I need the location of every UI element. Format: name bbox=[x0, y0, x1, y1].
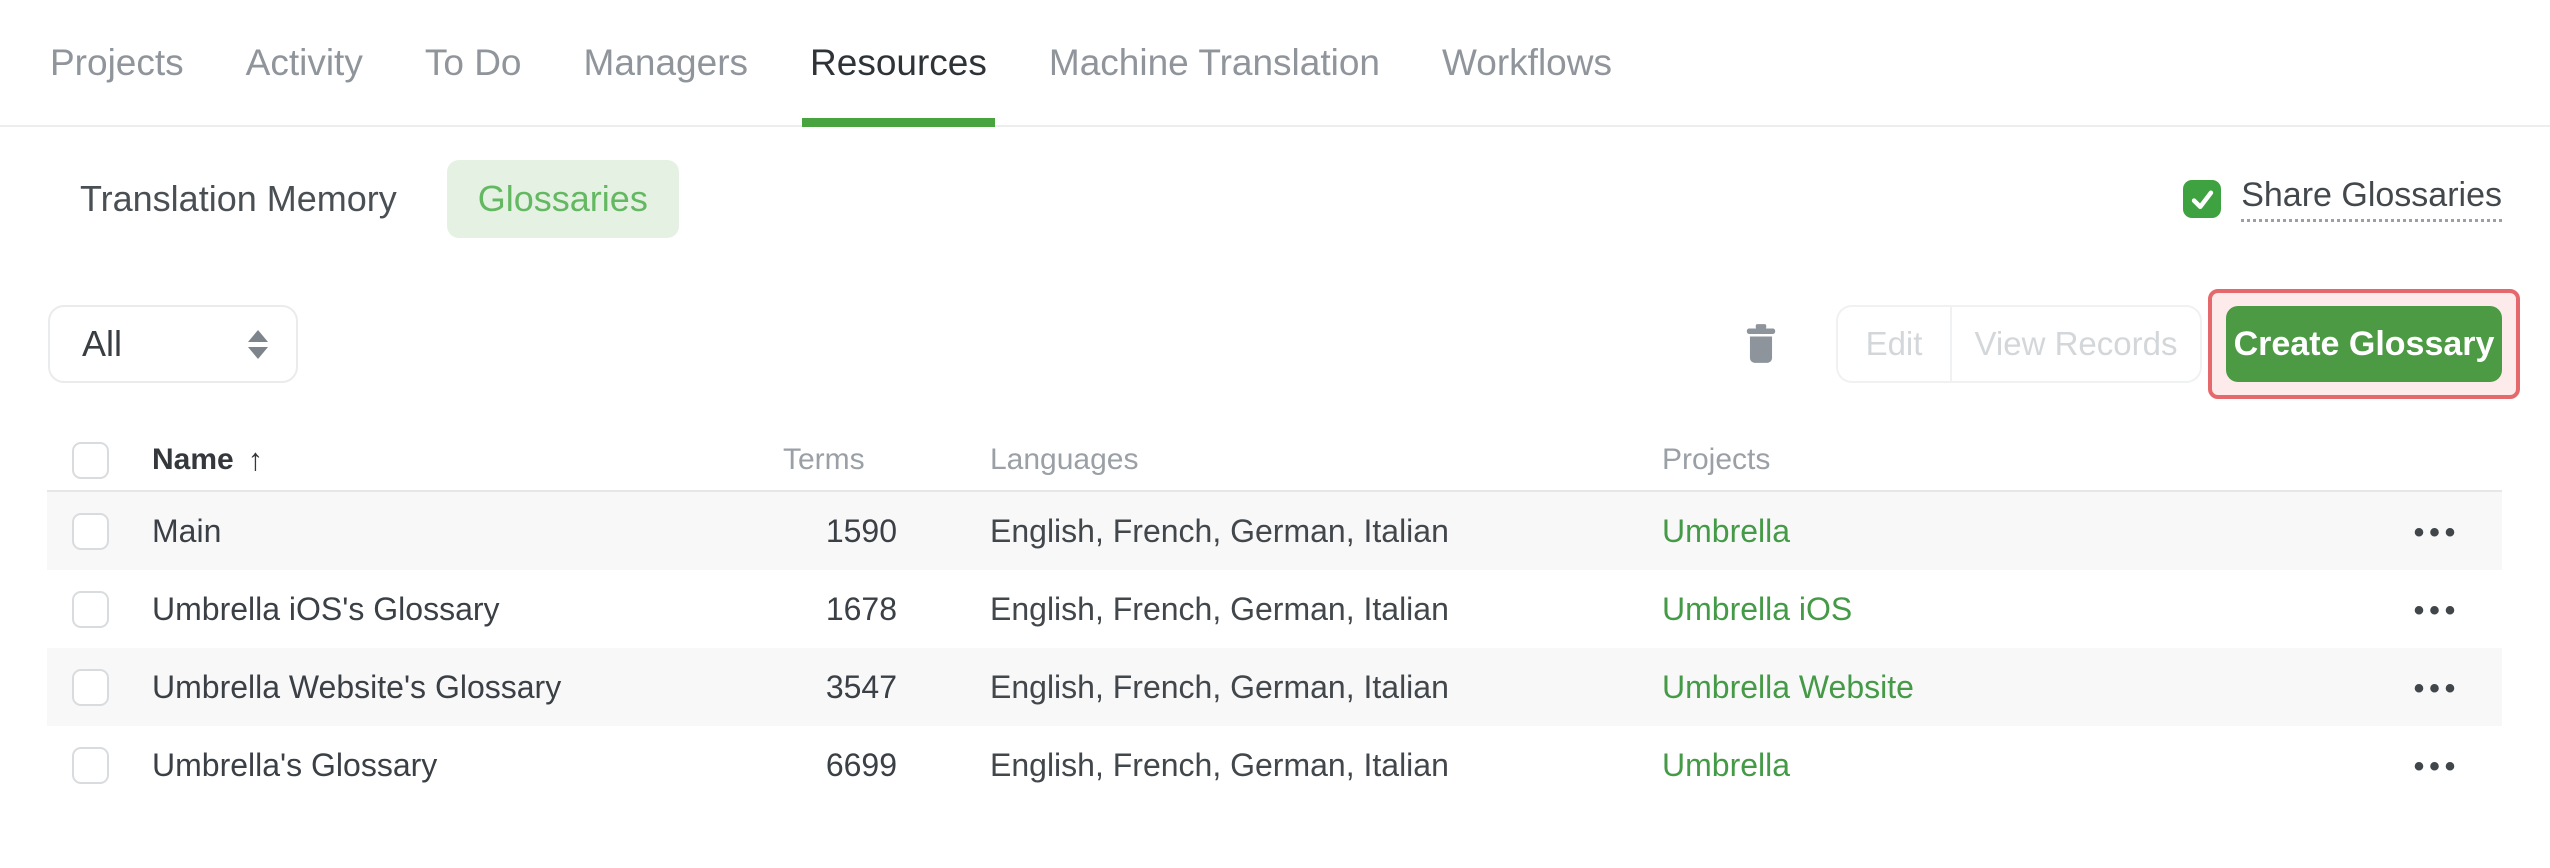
resources-subtab-row: Translation Memory Glossaries Share Glos… bbox=[0, 160, 2550, 238]
glossary-name: Umbrella iOS's Glossary bbox=[152, 590, 500, 627]
glossary-languages: English, French, German, Italian bbox=[990, 512, 1449, 549]
top-navigation: Projects Activity To Do Managers Resourc… bbox=[0, 0, 2550, 127]
glossary-actions-button-group: Edit View Records bbox=[1836, 305, 2202, 383]
glossary-filter-value: All bbox=[82, 323, 123, 364]
glossary-name: Main bbox=[152, 512, 222, 549]
row-menu-icon[interactable]: ••• bbox=[2414, 516, 2461, 549]
active-tab-underline bbox=[802, 118, 995, 127]
tab-resources[interactable]: Resources bbox=[802, 0, 995, 127]
checkmark-icon bbox=[2191, 190, 2213, 209]
glossary-terms-count: 6699 bbox=[825, 746, 897, 783]
delete-glossary-button[interactable] bbox=[1744, 323, 1778, 365]
tab-to-do[interactable]: To Do bbox=[417, 0, 530, 125]
project-link[interactable]: Umbrella bbox=[1662, 747, 1790, 783]
row-checkbox[interactable] bbox=[72, 590, 109, 628]
subtab-translation-memory[interactable]: Translation Memory bbox=[80, 178, 397, 220]
project-link[interactable]: Umbrella iOS bbox=[1662, 591, 1852, 627]
table-header-row: Name ↑ Terms Languages Projects bbox=[47, 430, 2502, 492]
subtab-glossaries[interactable]: Glossaries bbox=[446, 160, 679, 238]
glossaries-table: Name ↑ Terms Languages Projects Main 159… bbox=[47, 430, 2502, 804]
select-all-checkbox[interactable] bbox=[72, 441, 109, 479]
tab-managers[interactable]: Managers bbox=[576, 0, 757, 125]
row-menu-icon[interactable]: ••• bbox=[2414, 750, 2461, 783]
glossaries-toolbar: All Edit View Records Create Glossary bbox=[0, 289, 2550, 399]
table-row: Umbrella iOS's Glossary 1678 English, Fr… bbox=[47, 570, 2502, 648]
create-glossary-button[interactable]: Create Glossary bbox=[2226, 306, 2502, 382]
share-glossaries-checkbox[interactable] bbox=[2183, 180, 2222, 218]
glossary-filter-select[interactable]: All bbox=[48, 305, 298, 383]
tab-machine-translation[interactable]: Machine Translation bbox=[1041, 0, 1388, 125]
glossary-terms-count: 3547 bbox=[825, 668, 897, 705]
row-checkbox[interactable] bbox=[72, 746, 109, 784]
table-body: Main 1590 English, French, German, Itali… bbox=[47, 492, 2502, 804]
edit-button[interactable]: Edit bbox=[1838, 307, 1950, 381]
tab-resources-label: Resources bbox=[810, 41, 987, 83]
project-link[interactable]: Umbrella Website bbox=[1662, 669, 1914, 705]
project-link[interactable]: Umbrella bbox=[1662, 513, 1790, 549]
table-row: Umbrella's Glossary 6699 English, French… bbox=[47, 726, 2502, 804]
glossary-terms-count: 1590 bbox=[825, 512, 897, 549]
glossary-name: Umbrella's Glossary bbox=[152, 746, 438, 783]
column-header-projects[interactable]: Projects bbox=[1662, 443, 2372, 477]
share-glossaries-toggle: Share Glossaries bbox=[2183, 176, 2502, 222]
table-row: Main 1590 English, French, German, Itali… bbox=[47, 492, 2502, 570]
glossary-terms-count: 1678 bbox=[825, 590, 897, 627]
tab-projects[interactable]: Projects bbox=[42, 0, 192, 125]
column-header-name-label: Name bbox=[152, 443, 234, 476]
tab-activity[interactable]: Activity bbox=[238, 0, 371, 125]
glossary-languages: English, French, German, Italian bbox=[990, 590, 1449, 627]
glossary-languages: English, French, German, Italian bbox=[990, 668, 1449, 705]
column-header-terms[interactable]: Terms bbox=[783, 443, 897, 477]
column-header-languages[interactable]: Languages bbox=[897, 443, 1662, 477]
share-glossaries-label[interactable]: Share Glossaries bbox=[2241, 176, 2502, 222]
glossary-name: Umbrella Website's Glossary bbox=[152, 668, 562, 705]
glossary-languages: English, French, German, Italian bbox=[990, 746, 1449, 783]
row-menu-icon[interactable]: ••• bbox=[2414, 594, 2461, 627]
view-records-button[interactable]: View Records bbox=[1952, 307, 2200, 381]
table-row: Umbrella Website's Glossary 3547 English… bbox=[47, 648, 2502, 726]
select-arrows-icon bbox=[248, 329, 268, 359]
tab-workflows[interactable]: Workflows bbox=[1434, 0, 1620, 125]
column-header-name[interactable]: Name ↑ bbox=[152, 442, 783, 478]
sort-ascending-icon: ↑ bbox=[247, 442, 264, 477]
create-glossary-highlight-annotation: Create Glossary bbox=[2208, 289, 2520, 399]
row-checkbox[interactable] bbox=[72, 668, 109, 706]
trash-icon bbox=[1746, 324, 1776, 363]
row-checkbox[interactable] bbox=[72, 512, 109, 550]
row-menu-icon[interactable]: ••• bbox=[2414, 672, 2461, 705]
